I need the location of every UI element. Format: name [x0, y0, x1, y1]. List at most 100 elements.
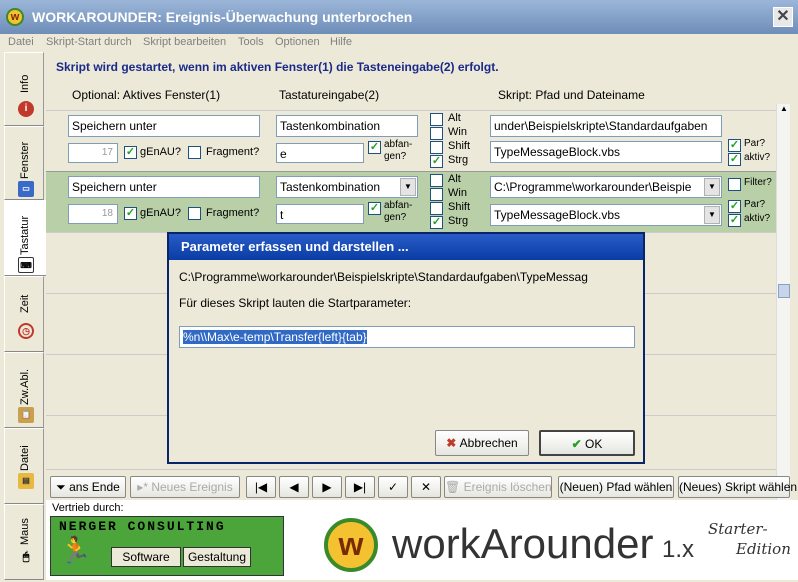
keyboard-icon: ⌨: [18, 257, 34, 273]
confirm-button[interactable]: ✓: [378, 476, 408, 498]
key-type-field[interactable]: Tastenkombination: [276, 115, 418, 137]
tab-tastatur[interactable]: Tastatur ⌨: [4, 200, 48, 276]
event-row-2[interactable]: Speichern unter 18 ✓ gEnAU? Fragment? Ta…: [46, 171, 776, 232]
ereignis-loeschen-label: Ereignis löschen: [463, 480, 552, 494]
window-icon: ▭: [18, 181, 34, 197]
window-field[interactable]: Speichern unter: [68, 176, 260, 198]
genau-label: gEnAU?: [140, 207, 181, 219]
strg-checkbox[interactable]: ✓: [430, 216, 443, 229]
window-field[interactable]: Speichern unter: [68, 115, 260, 137]
ereignis-loeschen-button[interactable]: 🗑 Ereignis löschen: [444, 476, 552, 498]
close-button[interactable]: ✕: [773, 7, 793, 27]
genau-checkbox[interactable]: ✓: [124, 146, 137, 159]
filter-label: Filter?: [744, 177, 772, 188]
edition-label-2: Edition: [736, 540, 791, 558]
filter-checkbox[interactable]: [728, 178, 741, 191]
tab-datei-label: Datei: [19, 445, 31, 471]
shift-checkbox[interactable]: [430, 141, 443, 154]
footer: Vertrieb durch: Nerger Consulting 🏃 Soft…: [46, 500, 798, 580]
neues-ereignis-label: Neues Ereignis: [151, 480, 233, 494]
key-type-dropdown-icon[interactable]: ▼: [400, 178, 416, 196]
move-end-icon: ⏷: [56, 480, 70, 494]
tab-maus[interactable]: Maus 🖱: [4, 504, 44, 580]
key-type-field[interactable]: Tastenkombination: [276, 176, 418, 198]
company-name: Nerger Consulting: [59, 519, 226, 534]
script-field[interactable]: TypeMessageBlock.vbs: [490, 141, 722, 163]
tab-datei[interactable]: Datei ▤: [4, 428, 44, 504]
nav-last-button[interactable]: ▶|: [345, 476, 375, 498]
ok-button[interactable]: ✔ OK: [539, 430, 635, 456]
nav-prev-button[interactable]: ◀: [279, 476, 309, 498]
parameter-value: %n\\Max\e-temp\Transfer{left}{tab}: [183, 330, 367, 344]
abbrechen-button[interactable]: ✖ Abbrechen: [435, 430, 529, 456]
shift-label: Shift: [448, 140, 471, 152]
neuen-pfad-button[interactable]: (Neuen) Pfad wählen: [558, 476, 674, 498]
tab-fenster-label: Fenster: [19, 141, 31, 179]
software-label: Software: [111, 547, 181, 567]
menu-hilfe[interactable]: Hilfe: [330, 36, 352, 48]
script-field[interactable]: TypeMessageBlock.vbs: [490, 204, 722, 226]
par-checkbox[interactable]: ✓: [728, 200, 741, 213]
alt-label: Alt: [448, 173, 461, 185]
par-label: Par?: [744, 138, 766, 149]
path-dropdown-icon[interactable]: ▼: [704, 178, 720, 196]
par-checkbox[interactable]: ✓: [728, 139, 741, 152]
tab-zw-abl[interactable]: Zw.Abl. 📋: [4, 352, 44, 428]
workarounder-logo-icon: w: [324, 518, 378, 572]
tab-zeit[interactable]: Zeit ◷: [4, 276, 44, 352]
tab-info[interactable]: Info i: [4, 52, 44, 126]
shift-checkbox[interactable]: [430, 202, 443, 215]
strg-checkbox[interactable]: ✓: [430, 155, 443, 168]
path-field[interactable]: C:\Programme\workarounder\Beispie: [490, 176, 722, 198]
abfangen-label: abfan-gen?: [384, 200, 413, 223]
ans-ende-button[interactable]: ⏷ ans Ende: [50, 476, 126, 498]
aktiv-checkbox[interactable]: ✓: [728, 153, 741, 166]
key-field[interactable]: e: [276, 143, 364, 163]
neues-ereignis-button[interactable]: ▸* Neues Ereignis: [130, 476, 240, 498]
nav-next-button[interactable]: ▶: [312, 476, 342, 498]
aktiv-label: aktiv?: [744, 213, 771, 224]
menu-skript-start[interactable]: Skript-Start durch: [46, 36, 132, 48]
scroll-up-icon[interactable]: ▲: [778, 104, 790, 116]
menu-tools[interactable]: Tools: [238, 36, 264, 48]
column-header-script: Skript: Pfad und Dateiname: [498, 88, 645, 102]
win-checkbox[interactable]: [430, 188, 443, 201]
script-dropdown-icon[interactable]: ▼: [704, 206, 720, 224]
tab-fenster[interactable]: Fenster ▭: [4, 126, 44, 200]
fragment-label: Fragment?: [206, 146, 260, 158]
nav-first-button[interactable]: |◀: [246, 476, 276, 498]
menu-skript-bearbeiten[interactable]: Skript bearbeiten: [143, 36, 226, 48]
win-label: Win: [448, 187, 467, 199]
win-checkbox[interactable]: [430, 127, 443, 140]
alt-checkbox[interactable]: [430, 113, 443, 126]
left-tab-bar: Info i Fenster ▭ Tastatur ⌨ Zeit ◷ Zw.Ab…: [4, 52, 48, 580]
fragment-checkbox[interactable]: [188, 207, 201, 220]
genau-label: gEnAU?: [140, 146, 181, 158]
abfangen-checkbox[interactable]: ✓: [368, 141, 381, 154]
menu-optionen[interactable]: Optionen: [275, 36, 320, 48]
dialog-script-path: C:\Programme\workarounder\Beispielskript…: [179, 270, 588, 284]
abfangen-checkbox[interactable]: ✓: [368, 202, 381, 215]
alt-checkbox[interactable]: [430, 174, 443, 187]
vertical-scrollbar[interactable]: ▲ ▼: [776, 104, 790, 522]
fragment-checkbox[interactable]: [188, 146, 201, 159]
path-field[interactable]: under\Beispielskripte\Standardaufgaben: [490, 115, 722, 137]
edition-label-1: Starter-: [708, 520, 768, 538]
parameter-input[interactable]: %n\\Max\e-temp\Transfer{left}{tab}: [179, 326, 635, 348]
info-icon: i: [18, 101, 34, 117]
genau-checkbox[interactable]: ✓: [124, 207, 137, 220]
cancel-edit-button[interactable]: ✕: [411, 476, 441, 498]
event-row-1[interactable]: Speichern unter 17 ✓ gEnAU? Fragment? Ta…: [46, 110, 776, 171]
neues-skript-button[interactable]: (Neues) Skript wählen: [678, 476, 797, 498]
ok-check-icon: ✔: [571, 437, 586, 451]
row-number: 18: [68, 204, 118, 224]
key-field[interactable]: t: [276, 204, 364, 224]
par-label: Par?: [744, 199, 766, 210]
aktiv-checkbox[interactable]: ✓: [728, 214, 741, 227]
column-header-key: Tastatureingabe(2): [279, 88, 380, 102]
vertrieb-label: Vertrieb durch:: [52, 502, 124, 514]
app-icon[interactable]: w: [6, 8, 24, 26]
scroll-thumb[interactable]: [778, 284, 790, 298]
cancel-x-icon: ✖: [446, 436, 460, 450]
menu-datei[interactable]: Datei: [8, 36, 34, 48]
